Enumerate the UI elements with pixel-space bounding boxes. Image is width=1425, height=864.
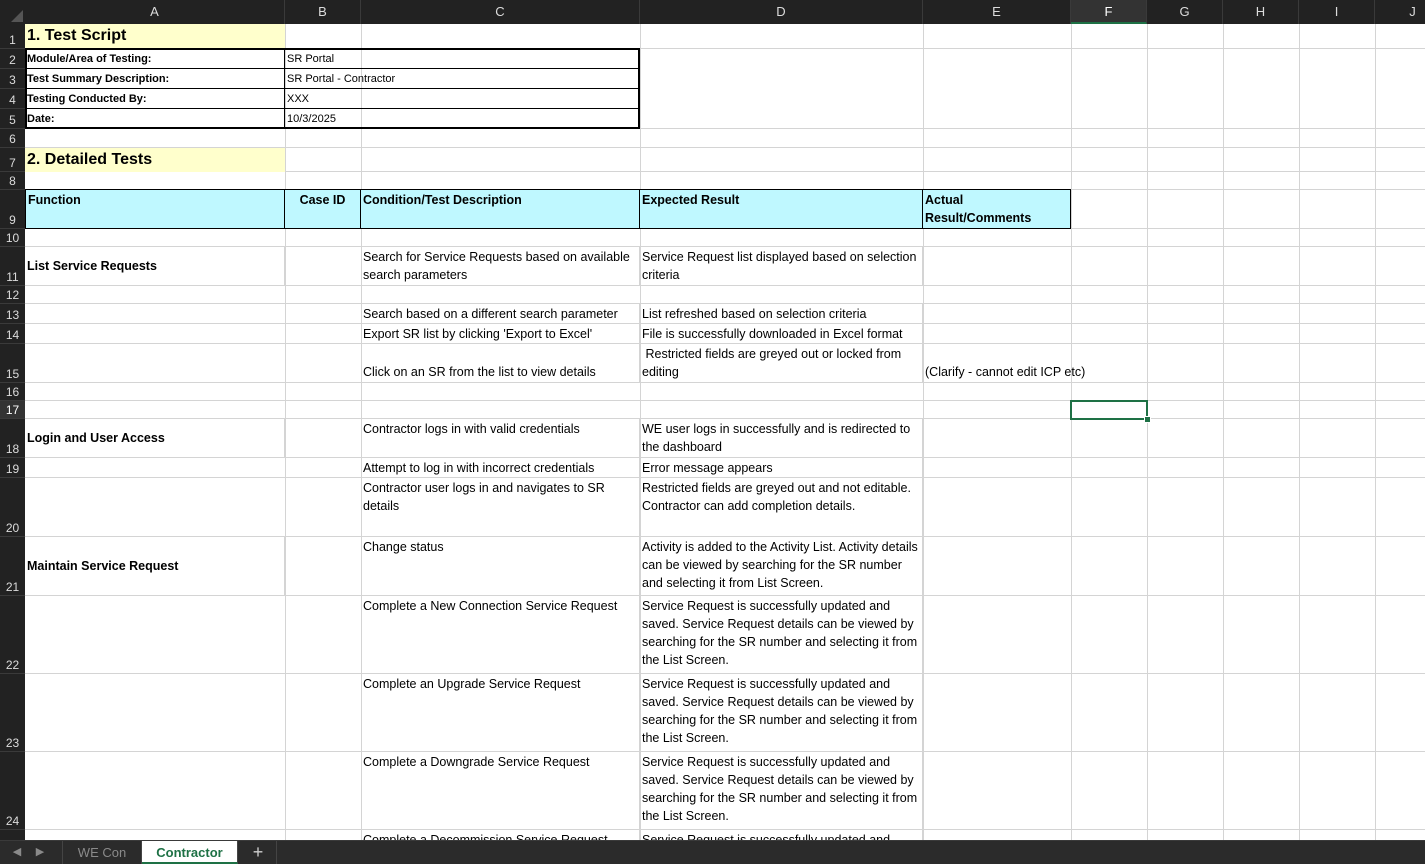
expected-cell[interactable]: Service Request is successfully updated … bbox=[640, 752, 923, 830]
column-header-g[interactable]: G bbox=[1147, 0, 1223, 24]
row-header-25[interactable] bbox=[0, 830, 25, 840]
section-1-title[interactable]: 1. Test Script bbox=[25, 24, 285, 49]
expected-cell[interactable]: Restricted fields are greyed out or lock… bbox=[640, 344, 923, 383]
row-header-10[interactable]: 10 bbox=[0, 229, 25, 247]
spreadsheet-grid: A B C D E F G H I J 1 2 3 4 5 6 7 8 9 10… bbox=[0, 0, 1425, 840]
column-header-b[interactable]: B bbox=[285, 0, 361, 24]
row-header-3[interactable]: 3 bbox=[0, 69, 25, 89]
column-header-j[interactable]: J bbox=[1375, 0, 1425, 24]
expected-cell[interactable]: Error message appears bbox=[640, 458, 923, 478]
row-header-14[interactable]: 14 bbox=[0, 324, 25, 344]
row-header-18[interactable]: 18 bbox=[0, 419, 25, 458]
expected-cell[interactable]: Activity is added to the Activity List. … bbox=[640, 537, 923, 596]
row-header-15[interactable]: 15 bbox=[0, 344, 25, 383]
row-header-23[interactable]: 23 bbox=[0, 674, 25, 752]
expected-cell[interactable]: WE user logs in successfully and is redi… bbox=[640, 419, 923, 458]
condition-cell[interactable]: Complete a Decommission Service Request bbox=[361, 830, 640, 840]
date-value[interactable]: 10/3/2025 bbox=[285, 109, 640, 129]
tab-contractor[interactable]: Contractor bbox=[142, 841, 238, 864]
sheet-tab-bar: ◀ ▶ WE Con Contractor + bbox=[0, 840, 1425, 864]
condition-cell[interactable]: Complete an Upgrade Service Request bbox=[361, 674, 640, 752]
column-header-f[interactable]: F bbox=[1071, 0, 1147, 24]
condition-cell[interactable]: Contractor logs in with valid credential… bbox=[361, 419, 640, 458]
row-header-6[interactable]: 6 bbox=[0, 129, 25, 148]
select-all-corner[interactable] bbox=[0, 0, 25, 24]
column-header-c[interactable]: C bbox=[361, 0, 640, 24]
nav-right-icon[interactable]: ▶ bbox=[33, 845, 47, 859]
header-actual[interactable]: Actual Result/Comments bbox=[923, 189, 1071, 229]
row-header-19[interactable]: 19 bbox=[0, 458, 25, 478]
row-header-4[interactable]: 4 bbox=[0, 89, 25, 109]
expected-cell[interactable]: Service Request list displayed based on … bbox=[640, 247, 923, 286]
header-expected[interactable]: Expected Result bbox=[640, 189, 923, 229]
function-cell[interactable]: Maintain Service Request bbox=[25, 537, 285, 596]
row-header-7[interactable]: 7 bbox=[0, 148, 25, 172]
selected-cell-f17[interactable] bbox=[1070, 400, 1148, 420]
column-header-a[interactable]: A bbox=[25, 0, 285, 24]
row-header-5[interactable]: 5 bbox=[0, 109, 25, 129]
expected-cell[interactable]: Service Request is successfully updated … bbox=[640, 830, 923, 840]
expected-cell[interactable]: Restricted fields are greyed out and not… bbox=[640, 478, 923, 537]
actual-cell[interactable]: (Clarify - cannot edit ICP etc) bbox=[923, 344, 1085, 383]
condition-cell[interactable]: Search based on a different search param… bbox=[361, 304, 640, 324]
tab-we-con[interactable]: WE Con bbox=[62, 841, 142, 864]
condition-cell[interactable]: Attempt to log in with incorrect credent… bbox=[361, 458, 640, 478]
condition-cell[interactable]: Complete a Downgrade Service Request bbox=[361, 752, 640, 830]
condition-cell[interactable]: Export SR list by clicking 'Export to Ex… bbox=[361, 324, 640, 344]
condition-cell[interactable]: Change status bbox=[361, 537, 640, 596]
row-header-12[interactable]: 12 bbox=[0, 286, 25, 304]
column-header-d[interactable]: D bbox=[640, 0, 923, 24]
column-header-e[interactable]: E bbox=[923, 0, 1071, 24]
fill-handle[interactable] bbox=[1144, 416, 1151, 423]
row-header-11[interactable]: 11 bbox=[0, 247, 25, 286]
row-header-16[interactable]: 16 bbox=[0, 383, 25, 401]
summary-label[interactable]: Test Summary Description: bbox=[25, 69, 285, 89]
row-header-20[interactable]: 20 bbox=[0, 478, 25, 537]
row-header-9[interactable]: 9 bbox=[0, 190, 25, 229]
condition-cell[interactable]: Contractor user logs in and navigates to… bbox=[361, 478, 640, 537]
module-label[interactable]: Module/Area of Testing: bbox=[25, 49, 285, 69]
row-header-24[interactable]: 24 bbox=[0, 752, 25, 830]
function-cell[interactable]: List Service Requests bbox=[25, 247, 285, 286]
module-value[interactable]: SR Portal bbox=[285, 49, 640, 69]
column-header-i[interactable]: I bbox=[1299, 0, 1375, 24]
header-case-id[interactable]: Case ID bbox=[285, 189, 361, 229]
condition-cell[interactable]: Search for Service Requests based on ava… bbox=[361, 247, 640, 286]
column-header-h[interactable]: H bbox=[1223, 0, 1299, 24]
header-condition[interactable]: Condition/Test Description bbox=[361, 189, 640, 229]
condition-cell[interactable]: Complete a New Connection Service Reques… bbox=[361, 596, 640, 674]
expected-cell[interactable]: List refreshed based on selection criter… bbox=[640, 304, 923, 324]
date-label[interactable]: Date: bbox=[25, 109, 285, 129]
section-2-title[interactable]: 2. Detailed Tests bbox=[25, 148, 285, 172]
row-header-17[interactable]: 17 bbox=[0, 401, 25, 419]
function-cell[interactable]: Login and User Access bbox=[25, 419, 285, 458]
row-header-13[interactable]: 13 bbox=[0, 304, 25, 324]
expected-cell[interactable]: Service Request is successfully updated … bbox=[640, 596, 923, 674]
row-header-2[interactable]: 2 bbox=[0, 49, 25, 69]
row-header-1[interactable]: 1 bbox=[0, 24, 25, 49]
summary-value[interactable]: SR Portal - Contractor bbox=[285, 69, 640, 89]
expected-cell[interactable]: File is successfully downloaded in Excel… bbox=[640, 324, 923, 344]
row-header-8[interactable]: 8 bbox=[0, 172, 25, 190]
header-function[interactable]: Function bbox=[25, 189, 285, 229]
add-sheet-button[interactable]: + bbox=[240, 841, 277, 864]
row-header-21[interactable]: 21 bbox=[0, 537, 25, 596]
expected-cell[interactable]: Service Request is successfully updated … bbox=[640, 674, 923, 752]
row-header-22[interactable]: 22 bbox=[0, 596, 25, 674]
conducted-by-value[interactable]: XXX bbox=[285, 89, 640, 109]
nav-left-icon[interactable]: ◀ bbox=[10, 845, 24, 859]
conducted-by-label[interactable]: Testing Conducted By: bbox=[25, 89, 285, 109]
condition-cell[interactable]: Click on an SR from the list to view det… bbox=[361, 344, 640, 383]
grid-line bbox=[25, 400, 1425, 401]
